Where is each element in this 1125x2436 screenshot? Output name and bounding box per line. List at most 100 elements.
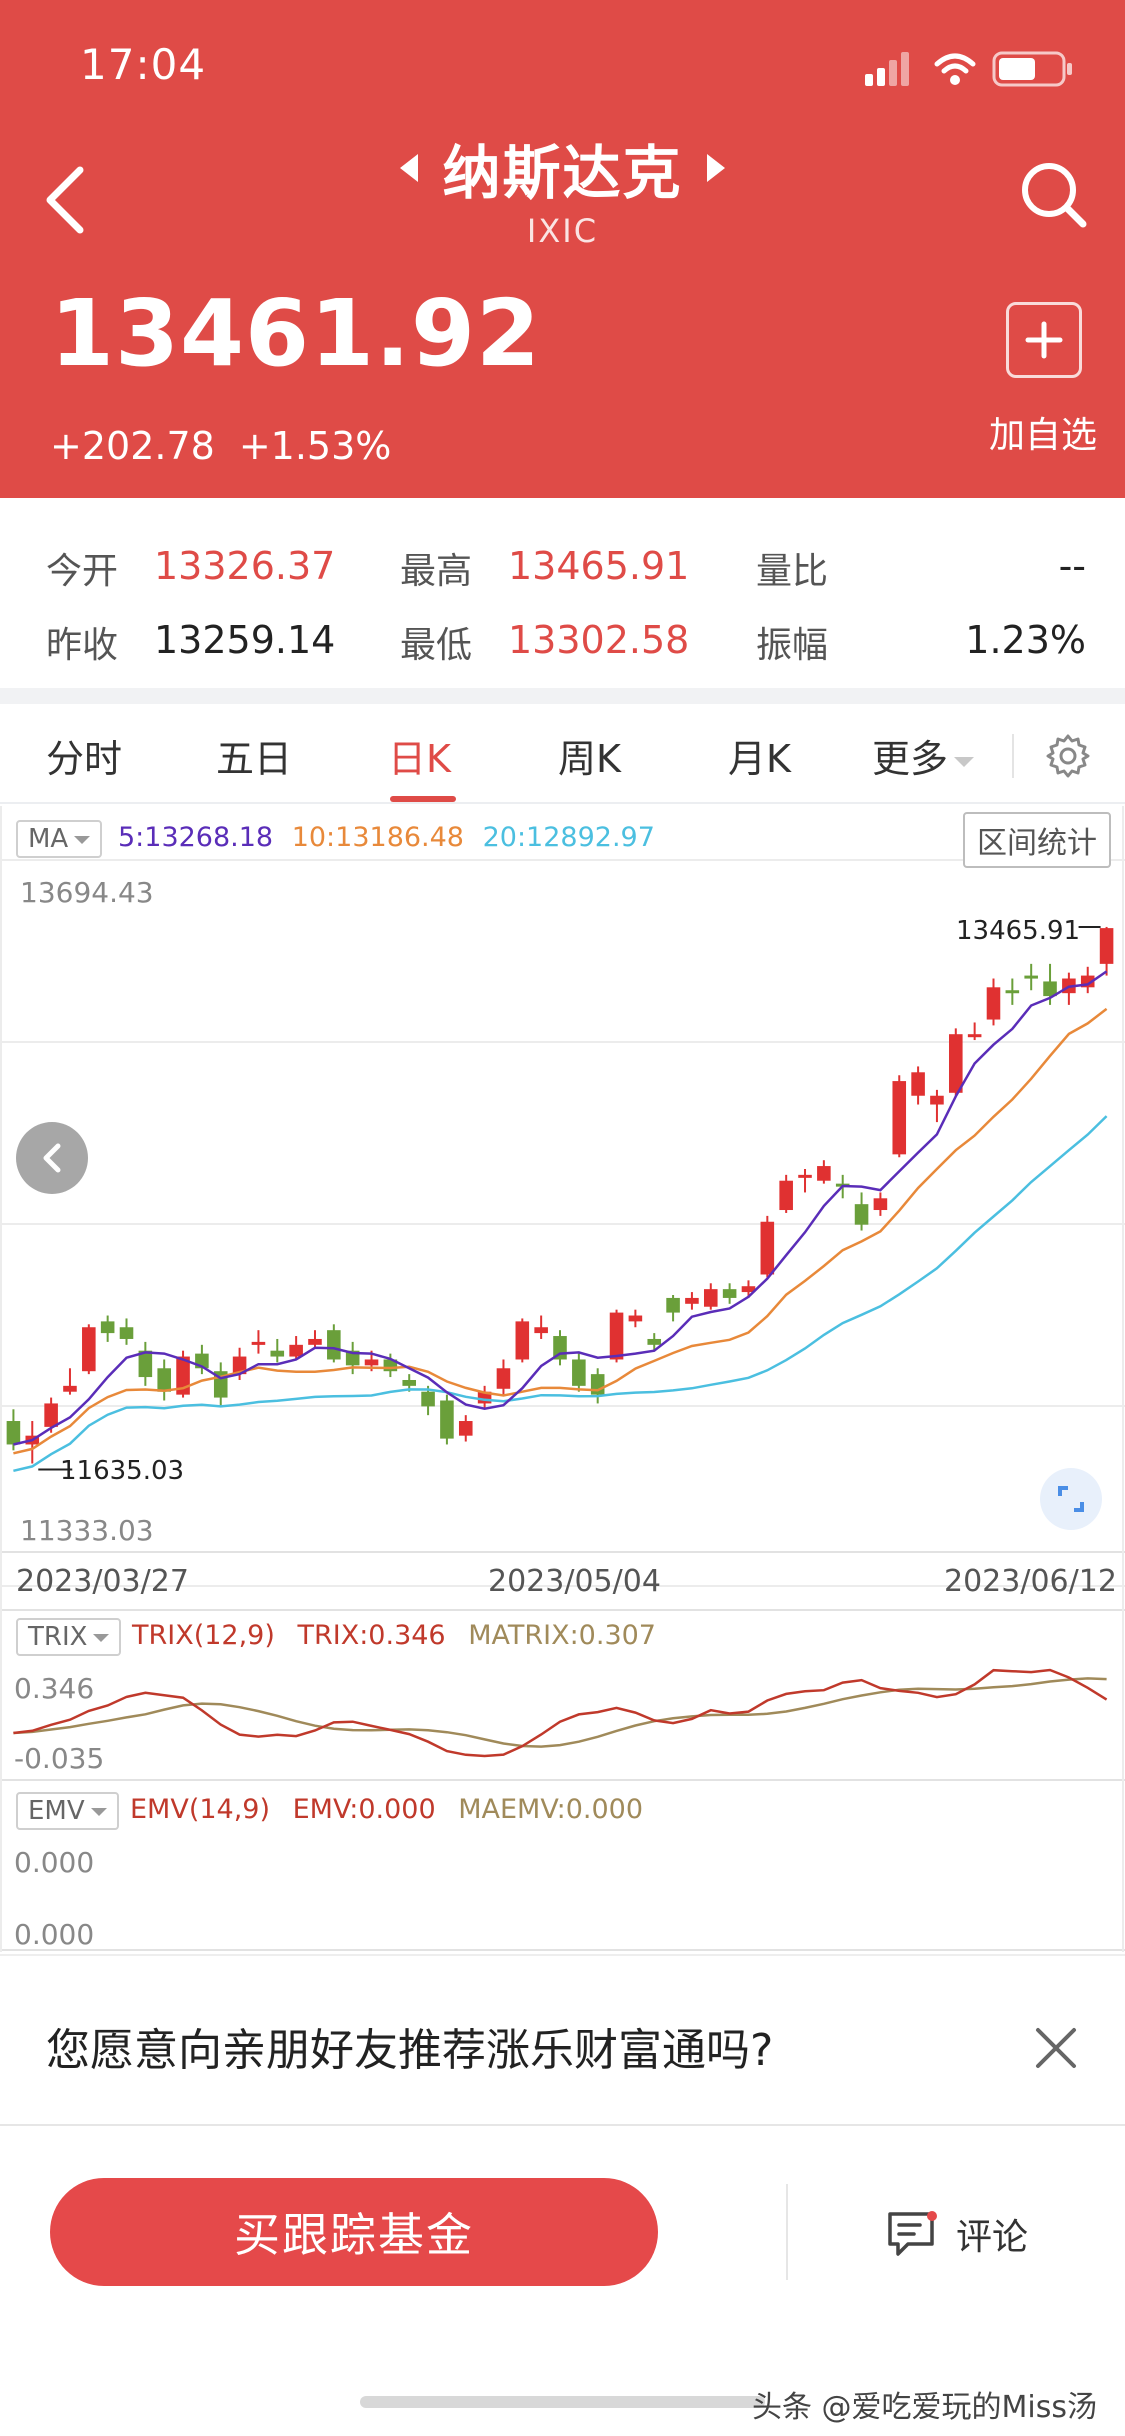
ma20-value: 20:12892.97: [482, 822, 655, 853]
candle-body: [779, 1180, 793, 1211]
trix-lines: [13, 1668, 1108, 1758]
ma-legend: 5:13268.18 10:13186.48 20:12892.97: [118, 822, 655, 853]
trix-selector[interactable]: TRIX: [16, 1618, 122, 1656]
candle-body: [986, 987, 1001, 1020]
bottom-action-bar: 买跟踪基金 评论 头条 @爱吃爱玩的Miss汤: [0, 2124, 1125, 2436]
stock-code: IXIC: [526, 212, 599, 250]
ma-selector[interactable]: MA: [16, 820, 103, 858]
emv-selector[interactable]: EMV: [16, 1792, 119, 1830]
candle-body: [609, 1312, 624, 1360]
candle-body: [100, 1321, 115, 1334]
active-tab-indicator: [390, 796, 456, 802]
title-area: 纳斯达克 IXIC: [0, 126, 1125, 250]
ma5-value: 5:13268.18: [118, 822, 274, 853]
maemv-value: MAEMV:0.000: [458, 1794, 643, 1825]
candle-body: [628, 1315, 643, 1322]
tab-daily-k[interactable]: 日K: [388, 728, 451, 783]
wifi-icon: [934, 53, 976, 85]
candle-body: [817, 1166, 831, 1181]
candle-body: [911, 1072, 925, 1096]
prev-stock-arrow-icon[interactable]: [400, 154, 419, 182]
battery-icon: [992, 51, 1072, 87]
emv-params: EMV(14,9): [130, 1794, 271, 1825]
close-icon[interactable]: [1032, 2024, 1080, 2072]
signal-icon: [865, 52, 909, 86]
ma20-line: [13, 1115, 1108, 1473]
recommend-survey: 您愿意向亲朋好友推荐涨乐财富通吗?: [0, 1954, 1125, 2124]
candle-body: [647, 1338, 662, 1345]
candle-body: [6, 1421, 21, 1445]
x-axis-date-end: 2023/06/12: [944, 1564, 1117, 1599]
candle-body: [873, 1198, 888, 1211]
candle-body: [1005, 990, 1020, 994]
trix-value: TRIX:0.346: [297, 1620, 446, 1651]
emv-value: EMV:0.000: [292, 1794, 436, 1825]
chart-scroll-left-button[interactable]: [16, 1122, 88, 1194]
stock-name: 纳斯达克: [442, 139, 683, 207]
candle-body: [157, 1368, 171, 1392]
candle-body: [1099, 928, 1114, 964]
candle-body: [251, 1341, 266, 1345]
buy-tracking-fund-button[interactable]: 买跟踪基金: [50, 2178, 658, 2286]
tab-more[interactable]: 更多: [872, 728, 975, 783]
range-stats-button[interactable]: 区间统计: [963, 812, 1111, 868]
low-marker-label: 11635.03: [60, 1456, 185, 1486]
candle-body: [327, 1330, 341, 1360]
caret-down-icon: [74, 835, 91, 844]
candle-body: [1024, 975, 1038, 979]
status-time: 17:04: [80, 40, 207, 89]
candle-body: [421, 1391, 435, 1407]
add-watchlist-label[interactable]: 加自选: [989, 406, 1097, 458]
trix-line: [13, 1668, 1108, 1758]
comment-label: 评论: [956, 2217, 1029, 2258]
trix-params: TRIX(12,9): [132, 1620, 275, 1651]
caret-down-icon: [954, 756, 975, 767]
comment-button[interactable]: 评论: [886, 2208, 1028, 2260]
emv-legend: EMV(14,9) EMV:0.000 MAEMV:0.000: [130, 1794, 643, 1825]
comment-icon: [888, 2211, 937, 2256]
candle-body: [364, 1359, 379, 1366]
add-watchlist-button[interactable]: [1006, 302, 1082, 378]
fullscreen-button[interactable]: [1040, 1468, 1102, 1530]
tab-monthly-k[interactable]: 月K: [728, 728, 791, 783]
candle-body: [458, 1421, 473, 1436]
candle-body: [440, 1400, 454, 1439]
candle-body: [930, 1095, 944, 1105]
emv-y-bottom: 0.000: [14, 1918, 95, 1951]
high-marker-label: 13465.91: [956, 916, 1081, 946]
candle-body: [119, 1327, 134, 1339]
chevron-left-icon: [43, 1143, 61, 1173]
x-axis-date-mid: 2023/05/04: [488, 1564, 661, 1599]
caret-down-icon: [90, 1807, 107, 1816]
candle-body: [949, 1034, 963, 1093]
candle-body: [666, 1297, 680, 1313]
quote-stats: 今开 13326.37 昨收 13259.14 最高 13465.91 最低 1…: [0, 498, 1125, 688]
candle-body: [722, 1289, 737, 1298]
caret-down-icon: [93, 1633, 110, 1642]
search-icon[interactable]: [1019, 160, 1089, 230]
candle-body: [798, 1174, 812, 1178]
candle-body: [496, 1368, 511, 1389]
candle-body: [685, 1297, 699, 1304]
tab-five-day[interactable]: 五日: [216, 728, 292, 783]
section-divider: [0, 688, 1125, 704]
candle-body: [703, 1289, 718, 1307]
kline-chart[interactable]: MA 5:13268.18 10:13186.48 20:12892.97 区间…: [0, 806, 1125, 1952]
watermark-text: 头条 @爱吃爱玩的Miss汤: [751, 2390, 1097, 2425]
candle-body: [967, 1034, 982, 1038]
candle-body: [572, 1359, 586, 1386]
tab-intraday[interactable]: 分时: [46, 728, 122, 783]
matrix-line: [13, 1677, 1107, 1748]
trix-y-bottom: -0.035: [14, 1742, 105, 1775]
gear-icon[interactable]: [1044, 732, 1092, 780]
change-percent: +1.53%: [238, 424, 392, 468]
change-amount: +202.78: [50, 424, 215, 468]
next-stock-arrow-icon[interactable]: [706, 154, 725, 182]
ma10-value: 10:13186.48: [291, 822, 464, 853]
price-change: +202.78 +1.53%: [50, 424, 391, 468]
tab-weekly-k[interactable]: 周K: [558, 728, 621, 783]
y-axis-bottom: 11333.03: [20, 1514, 154, 1547]
home-indicator[interactable]: [360, 2396, 765, 2408]
candle-body: [760, 1221, 775, 1275]
y-axis-top: 13694.43: [20, 876, 154, 909]
